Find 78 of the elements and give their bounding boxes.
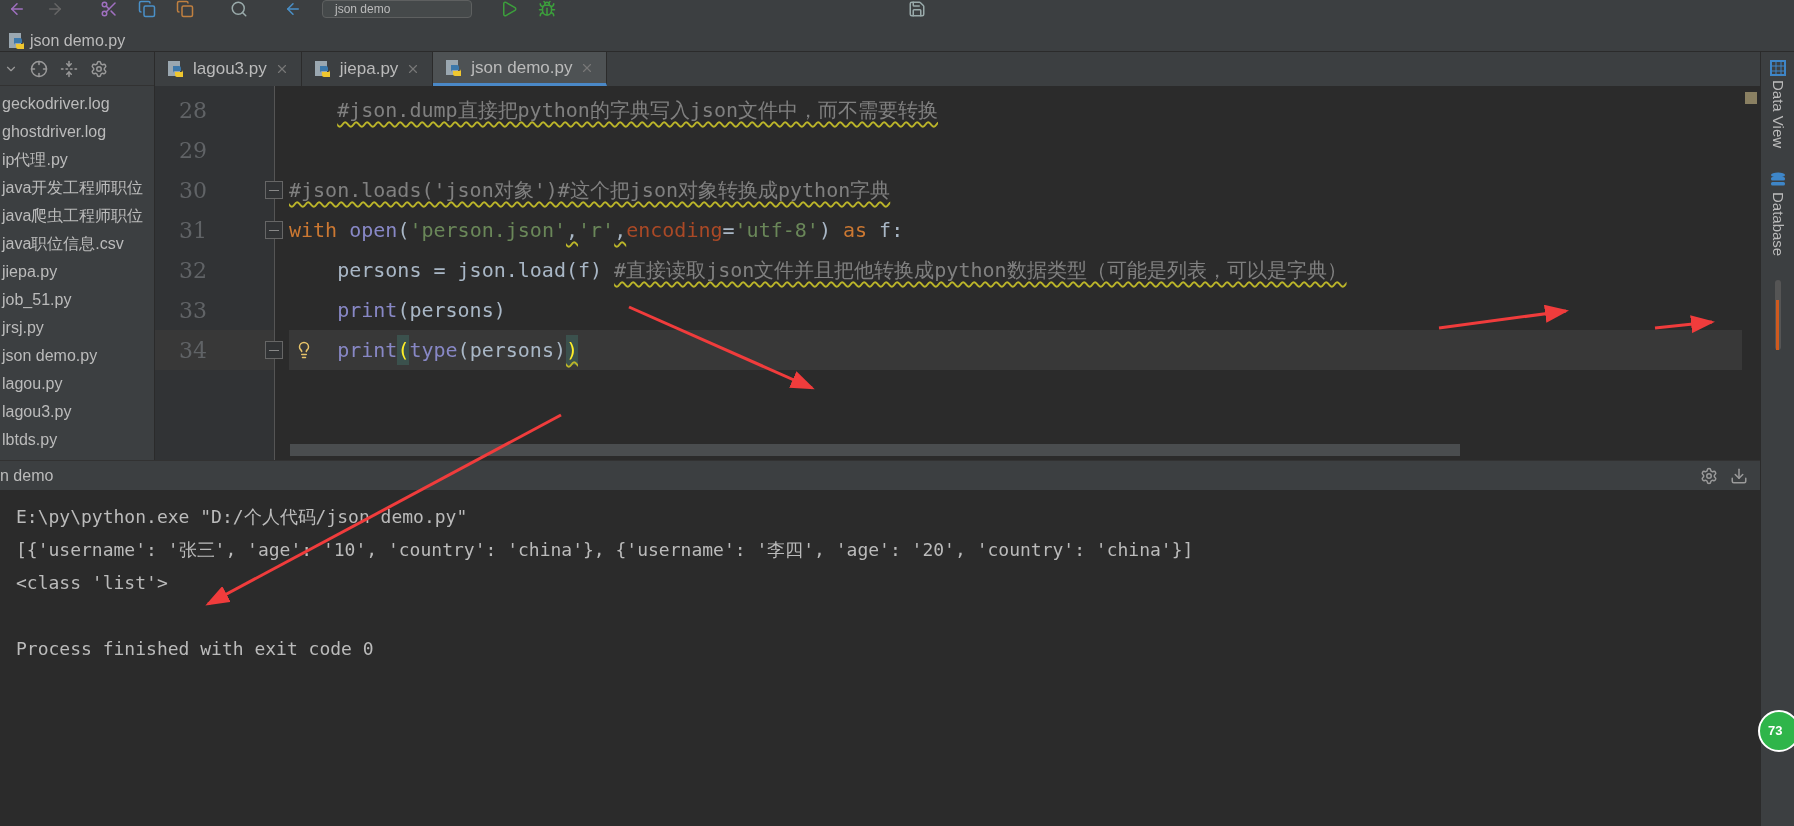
code-token: #直接读取json文件并且把他转换成python数据类型（可能是列表，可以是字典） [614,257,1347,284]
table-icon [1769,60,1786,76]
file-tree-item[interactable]: job_51.py [0,286,154,314]
console-line: E:\py\python.exe "D:/个人代码/json demo.py" [16,505,468,529]
code-token: encoding [626,217,723,244]
console-line: Process finished with exit code 0 [16,637,374,661]
code-token: ( [397,217,410,244]
file-tree-item[interactable]: lagou3.py [0,398,154,426]
code-token: ) [818,217,832,244]
file-tree-item[interactable]: java爬虫工程师职位 [0,202,154,230]
editor-tab[interactable]: json demo.py [433,52,608,86]
code-token: f: [878,217,904,244]
run-panel-title: n demo [0,465,54,486]
python-file-icon [8,31,26,50]
file-tree-item[interactable]: jrsj.py [0,314,154,342]
code-token: (persons) [457,337,566,364]
breadcrumb-item[interactable]: json demo.py [8,28,126,53]
settings-icon[interactable] [1700,466,1718,485]
annotation-arrow [1654,315,1715,334]
file-tree-item[interactable]: lbtds.py [0,426,154,454]
undo-icon[interactable] [284,0,302,18]
code-token: 'r' [578,217,615,244]
copy-icon[interactable] [138,0,156,18]
code-token: print [337,297,398,324]
cut-icon[interactable] [100,0,118,18]
code-token: #json.dump直接把python的字典写入json文件中，而不需要转换 [337,97,938,124]
memory-indicator [1774,280,1781,351]
fold-marker[interactable] [265,341,283,359]
download-icon[interactable] [1730,466,1748,485]
python-file-icon [445,58,464,77]
code-token: , [566,217,579,244]
code-token: type [409,337,458,364]
file-tree-item[interactable]: java职位信息.csv [0,230,154,258]
code-token: (persons) [397,297,506,324]
tab-label: jiepa.py [339,58,399,81]
python-file-icon [313,60,332,78]
code-token: 'utf-8' [734,217,819,244]
python-file-icon [167,60,185,78]
collapse-icon[interactable] [60,59,78,78]
code-token: #json.loads('json对象')#这个把json对象转换成python字典 [289,177,891,204]
code-token: persons = json.load(f) [337,257,604,284]
code-token: = [722,217,735,244]
code-token: 'person.json' [409,217,566,244]
search-icon[interactable] [230,0,248,18]
file-tree-item[interactable]: java开发工程师职位 [0,174,154,202]
code-token: , [614,217,627,244]
fold-marker[interactable] [265,221,283,239]
file-tree-item[interactable]: ip代理.py [0,146,154,174]
locate-icon[interactable] [30,59,48,78]
run-icon[interactable] [500,0,518,18]
file-tree-item[interactable]: jiepa.py [0,258,154,286]
file-tree-item[interactable]: geckodriver.log [0,90,154,118]
settings-icon[interactable] [90,59,108,78]
debug-icon[interactable] [538,0,556,18]
tool-window-button[interactable]: Data View [1766,60,1789,149]
file-tree-item[interactable]: json demo.py [0,342,154,370]
fold-marker[interactable] [265,181,283,199]
code-token: ( [397,335,410,365]
tool-window-button[interactable]: Database [1766,172,1789,257]
forward-icon[interactable] [46,0,64,18]
save-icon[interactable] [908,0,926,18]
tab-label: lagou3.py [193,58,267,81]
file-tree-item[interactable]: lagou.py [0,370,154,398]
code-token: open [349,217,398,244]
run-config-dropdown[interactable]: json demo [322,0,472,18]
code-token: ) [565,335,578,365]
tool-window-label: Data View [1768,80,1788,149]
database-icon [1769,172,1786,189]
file-tree-item[interactable]: ghostdriver.log [0,118,154,146]
tab-label: json demo.py [471,56,573,79]
tool-window-label: Database [1768,192,1788,257]
console-line: <class 'list'> [16,571,168,595]
console-line: [{'username': '张三', 'age': '10', 'country': 'china'}, {'username': '李四', 'age': '20', 'country': 'china'}] [16,538,1194,562]
code-token: with [289,217,339,244]
horizontal-scrollbar[interactable] [290,444,1460,456]
back-icon[interactable] [8,0,26,18]
code-token: print [337,337,398,364]
code-token: as [842,217,868,244]
